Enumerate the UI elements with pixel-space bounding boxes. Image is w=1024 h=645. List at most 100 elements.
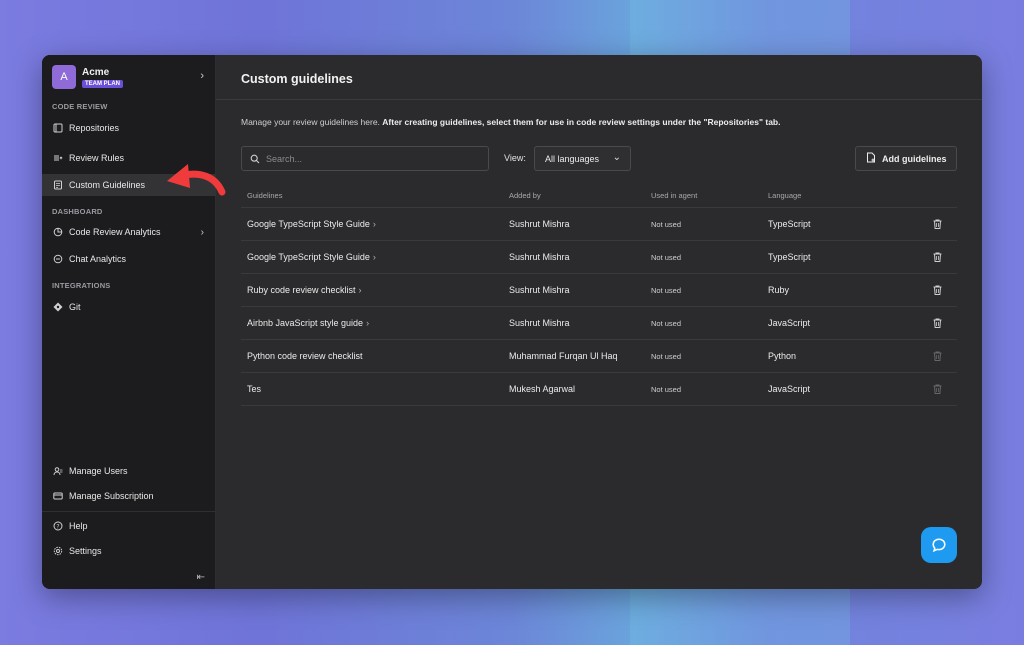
header-added-by: Added by xyxy=(509,191,541,200)
guideline-name[interactable]: Ruby code review checklist › xyxy=(241,285,509,295)
section-label-integrations: INTEGRATIONS xyxy=(52,281,111,290)
guideline-name[interactable]: Tes xyxy=(241,384,509,394)
used-in-agent: Not used xyxy=(651,351,682,361)
guideline-name-text: Google TypeScript Style Guide xyxy=(247,219,370,229)
sidebar-item-help[interactable]: ? Help xyxy=(42,515,216,537)
main-content: Custom guidelines Manage your review gui… xyxy=(216,55,982,589)
add-guidelines-button[interactable]: Add guidelines xyxy=(855,146,957,171)
sidebar-item-code-review-analytics[interactable]: Code Review Analytics › xyxy=(42,221,216,243)
trash-icon[interactable] xyxy=(918,285,957,295)
help-icon: ? xyxy=(53,521,63,531)
add-guidelines-label: Add guidelines xyxy=(882,153,947,164)
title-divider xyxy=(216,99,982,100)
org-avatar: A xyxy=(52,65,76,89)
language: TypeScript xyxy=(768,252,811,262)
trash-icon xyxy=(918,384,957,394)
description-text: Manage your review guidelines here. xyxy=(241,117,383,127)
chevron-right-icon: › xyxy=(366,318,370,328)
sidebar-divider xyxy=(42,511,216,512)
language: Ruby xyxy=(768,285,790,295)
sidebar-item-label: Code Review Analytics xyxy=(69,227,161,237)
added-by: Muhammad Furqan Ul Haq xyxy=(509,351,618,361)
org-switcher[interactable]: A Acme TEAM PLAN › xyxy=(52,63,212,91)
header-language: Language xyxy=(768,191,802,200)
language: Python xyxy=(768,351,797,361)
sidebar: A Acme TEAM PLAN › CODE REVIEW Repositor… xyxy=(42,55,216,589)
sidebar-item-label: Manage Users xyxy=(69,466,128,476)
sidebar-item-chat-analytics[interactable]: Chat Analytics xyxy=(42,248,216,270)
guideline-name[interactable]: Google TypeScript Style Guide › xyxy=(241,252,509,262)
page-description: Manage your review guidelines here. Afte… xyxy=(241,117,781,127)
used-in-agent: Not used xyxy=(651,384,682,394)
language: TypeScript xyxy=(768,219,811,229)
sidebar-item-label: Settings xyxy=(69,546,102,556)
table-row[interactable]: Google TypeScript Style Guide › Sushrut M… xyxy=(241,241,957,274)
card-icon xyxy=(53,491,63,501)
table-row[interactable]: Ruby code review checklist › Sushrut Mish… xyxy=(241,274,957,307)
red-arrow-annotation xyxy=(167,164,226,196)
git-icon xyxy=(53,302,63,312)
chevron-right-icon: › xyxy=(358,285,362,295)
language: JavaScript xyxy=(768,318,811,328)
language-select[interactable]: All languages ⌄ xyxy=(534,146,631,171)
table-header: Guidelines Added by Used in agent Langua… xyxy=(241,184,957,208)
section-label-dashboard: DASHBOARD xyxy=(52,207,103,216)
added-by: Mukesh Agarwal xyxy=(509,384,576,394)
search-input[interactable] xyxy=(266,153,476,164)
trash-icon[interactable] xyxy=(918,318,957,328)
chevron-down-icon: ⌄ xyxy=(612,152,621,163)
gear-icon xyxy=(53,546,63,556)
sidebar-item-label: Custom Guidelines xyxy=(69,180,146,190)
svg-text:?: ? xyxy=(56,523,59,530)
guideline-name-text: Ruby code review checklist xyxy=(247,285,356,295)
trash-icon[interactable] xyxy=(918,219,957,229)
chevron-right-icon: › xyxy=(200,226,204,238)
guideline-name-text: Python code review checklist xyxy=(247,351,363,361)
sidebar-item-git[interactable]: Git xyxy=(42,296,216,318)
search-icon xyxy=(250,154,260,163)
guideline-name[interactable]: Python code review checklist xyxy=(241,351,509,361)
review-rules-icon xyxy=(53,153,63,163)
language: JavaScript xyxy=(768,384,811,394)
sidebar-item-label: Manage Subscription xyxy=(69,491,154,501)
users-icon xyxy=(53,466,63,476)
org-name: Acme xyxy=(82,66,110,78)
search-box[interactable] xyxy=(241,146,489,171)
guideline-name-text: Tes xyxy=(247,384,262,394)
section-label-code-review: CODE REVIEW xyxy=(52,102,108,111)
description-emphasis: After creating guidelines, select them f… xyxy=(382,117,781,127)
table-row[interactable]: Python code review checklist Muhammad Fu… xyxy=(241,340,957,373)
sidebar-item-repositories[interactable]: Repositories xyxy=(42,117,216,139)
used-in-agent: Not used xyxy=(651,252,682,262)
repositories-icon xyxy=(53,123,63,133)
added-by: Sushrut Mishra xyxy=(509,252,570,262)
chat-analytics-icon xyxy=(53,254,63,264)
guidelines-icon xyxy=(53,180,63,190)
trash-icon[interactable] xyxy=(918,252,957,262)
added-by: Sushrut Mishra xyxy=(509,219,570,229)
sidebar-item-label: Chat Analytics xyxy=(69,254,127,264)
guideline-name-text: Google TypeScript Style Guide xyxy=(247,252,370,262)
analytics-icon xyxy=(53,227,63,237)
app-window: A Acme TEAM PLAN › CODE REVIEW Repositor… xyxy=(42,55,982,589)
language-select-value: All languages xyxy=(545,153,600,164)
sidebar-item-label: Help xyxy=(69,521,88,531)
sidebar-item-manage-subscription[interactable]: Manage Subscription xyxy=(42,485,216,507)
table-row[interactable]: Google TypeScript Style Guide › Sushrut M… xyxy=(241,208,957,241)
guideline-name-text: Airbnb JavaScript style guide xyxy=(247,318,364,328)
table-row[interactable]: Airbnb JavaScript style guide › Sushrut M… xyxy=(241,307,957,340)
used-in-agent: Not used xyxy=(651,285,682,295)
used-in-agent: Not used xyxy=(651,318,682,328)
sidebar-item-settings[interactable]: Settings xyxy=(42,540,216,562)
used-in-agent: Not used xyxy=(651,219,682,229)
guideline-name[interactable]: Google TypeScript Style Guide › xyxy=(241,219,509,229)
table-row[interactable]: Tes Mukesh Agarwal Not used JavaScript xyxy=(241,373,957,406)
added-by: Sushrut Mishra xyxy=(509,318,570,328)
chat-bubble-icon xyxy=(932,538,946,553)
chat-button[interactable] xyxy=(921,527,957,563)
plan-badge: TEAM PLAN xyxy=(82,79,123,88)
sidebar-item-manage-users[interactable]: Manage Users xyxy=(42,460,216,482)
collapse-sidebar-icon[interactable]: ⇤ xyxy=(197,572,205,583)
guideline-name[interactable]: Airbnb JavaScript style guide › xyxy=(241,318,509,328)
chevron-right-icon: › xyxy=(372,252,376,262)
